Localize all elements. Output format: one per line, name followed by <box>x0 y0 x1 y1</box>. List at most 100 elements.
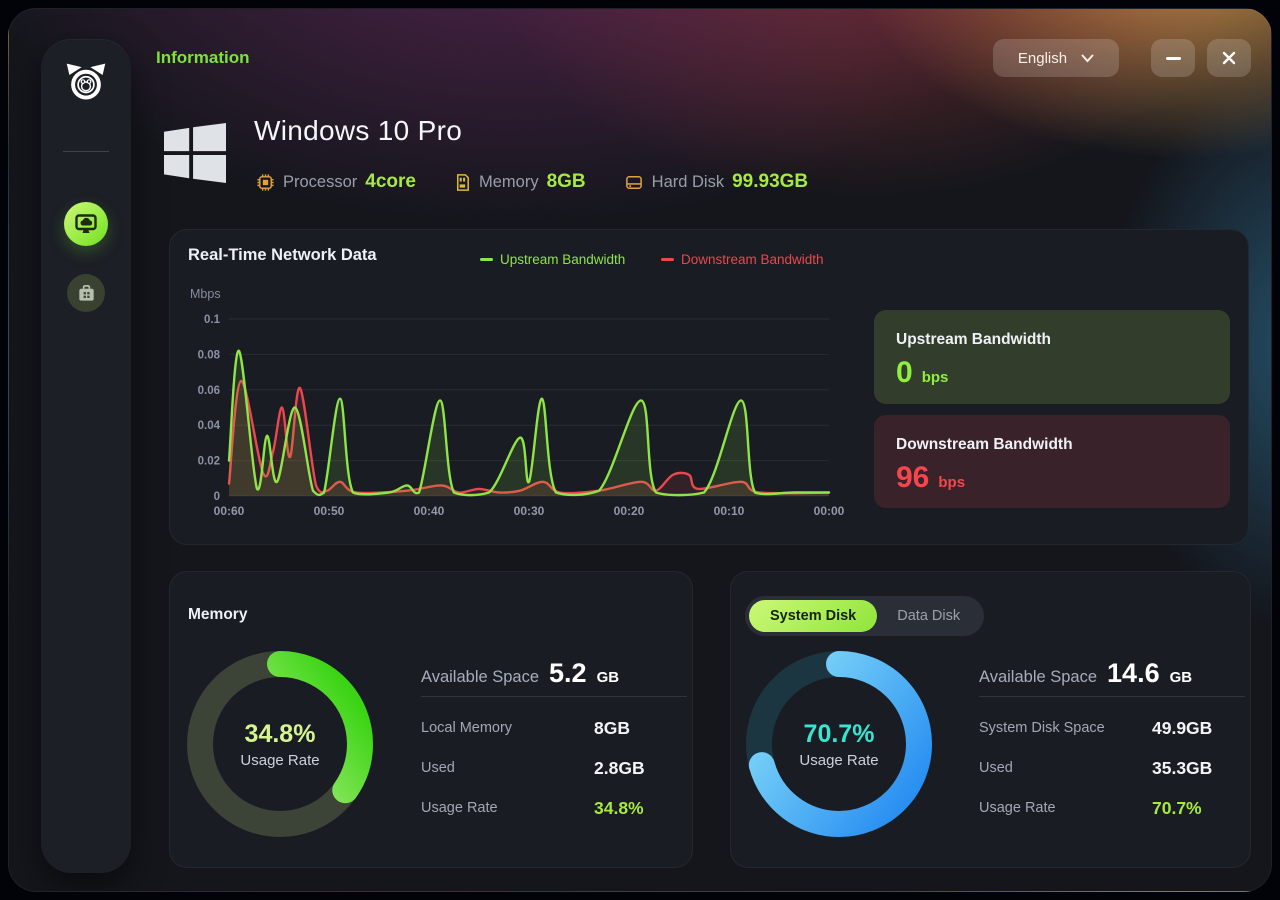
available-unit: GB <box>1170 669 1193 686</box>
spec-value: 8GB <box>547 171 586 193</box>
disk-available-space: Available Space 14.6 GB <box>979 658 1192 689</box>
memory-usage-caption: Usage Rate <box>240 752 319 769</box>
spec-label: Hard Disk <box>652 173 724 192</box>
stat-label: Used <box>421 760 455 776</box>
downstream-bandwidth-card: Downstream Bandwidth 96 bps <box>874 415 1230 508</box>
windows-logo-icon <box>164 117 226 189</box>
available-label: Available Space <box>979 668 1097 687</box>
spec-label: Processor <box>283 173 357 192</box>
legend-label: Downstream Bandwidth <box>681 252 824 267</box>
spec-label: Memory <box>479 173 539 192</box>
stat-label: Usage Rate <box>979 800 1056 816</box>
sidebar-item-toolbox[interactable] <box>67 274 105 312</box>
memory-usage-percent: 34.8% <box>245 720 316 749</box>
svg-text:00:00: 00:00 <box>814 504 845 518</box>
stat-row: Used 35.3GB <box>979 760 1249 780</box>
network-card: Real-Time Network Data Upstream Bandwidt… <box>169 229 1249 545</box>
svg-text:00:10: 00:10 <box>714 504 745 518</box>
close-icon <box>1222 51 1236 65</box>
spec-value: 4core <box>365 171 416 193</box>
available-value: 5.2 <box>549 658 587 689</box>
stat-value: 2.8GB <box>594 758 645 779</box>
downstream-unit: bps <box>938 474 965 491</box>
stat-row: System Disk Space 49.9GB <box>979 720 1249 740</box>
network-line-chart: 00.020.040.060.080.100:6000:5000:4000:30… <box>170 300 860 534</box>
system-specs: Processor 4core Memory 8GB Hard Disk <box>256 171 808 193</box>
downstream-value: 96 <box>896 461 929 495</box>
stat-row: Local Memory 8GB <box>421 720 691 740</box>
spec-memory: Memory 8GB <box>454 171 586 193</box>
network-title: Real-Time Network Data <box>188 246 377 265</box>
tab-system-disk[interactable]: System Disk <box>749 600 877 632</box>
stat-value: 49.9GB <box>1152 718 1212 739</box>
sidebar <box>41 39 131 873</box>
disk-usage-donut: 70.7% Usage Rate <box>739 644 939 844</box>
disk-usage-percent: 70.7% <box>804 720 875 749</box>
svg-text:0.08: 0.08 <box>198 349 221 361</box>
briefcase-icon <box>76 283 97 304</box>
sidebar-divider <box>63 151 109 152</box>
stat-value: 35.3GB <box>1152 758 1212 779</box>
available-label: Available Space <box>421 668 539 687</box>
upstream-unit: bps <box>922 369 949 386</box>
chevron-down-icon <box>1081 54 1094 63</box>
stat-label: Used <box>979 760 1013 776</box>
svg-text:00:40: 00:40 <box>414 504 445 518</box>
svg-text:00:50: 00:50 <box>314 504 345 518</box>
disk-tabs: System Disk Data Disk <box>745 596 984 636</box>
downstream-title: Downstream Bandwidth <box>896 436 1073 454</box>
os-name: Windows 10 Pro <box>254 115 462 147</box>
svg-text:0.02: 0.02 <box>198 456 220 468</box>
legend-swatch <box>661 258 674 261</box>
language-selector[interactable]: English <box>993 39 1119 77</box>
disk-card: System Disk Data Disk 70.7% Usage Rate <box>730 571 1251 868</box>
upstream-title: Upstream Bandwidth <box>896 331 1051 349</box>
stat-value: 70.7% <box>1152 798 1202 819</box>
memory-usage-donut: 34.8% Usage Rate <box>180 644 380 844</box>
pig-logo-icon <box>65 61 107 103</box>
spec-value: 99.93GB <box>732 171 808 193</box>
svg-text:00:30: 00:30 <box>514 504 545 518</box>
page-title: Information <box>156 48 250 68</box>
memory-chip-icon <box>454 173 471 192</box>
language-value: English <box>1018 50 1067 67</box>
stat-label: Local Memory <box>421 720 512 736</box>
stat-label: Usage Rate <box>421 800 498 816</box>
spec-processor: Processor 4core <box>256 171 416 193</box>
upstream-value: 0 <box>896 356 913 390</box>
svg-text:0.1: 0.1 <box>204 314 221 326</box>
stat-row: Usage Rate 34.8% <box>421 800 691 820</box>
stat-value: 8GB <box>594 718 630 739</box>
svg-text:0.06: 0.06 <box>198 385 220 397</box>
tab-data-disk[interactable]: Data Disk <box>877 608 980 624</box>
legend-upstream[interactable]: Upstream Bandwidth <box>480 252 625 267</box>
svg-text:0: 0 <box>214 491 220 503</box>
upstream-bandwidth-card: Upstream Bandwidth 0 bps <box>874 310 1230 404</box>
stat-row: Used 2.8GB <box>421 760 691 780</box>
monitor-cloud-icon <box>73 211 99 237</box>
divider <box>979 696 1245 697</box>
cpu-icon <box>256 173 275 192</box>
memory-card: Memory 34.8% Usage Rate Availa <box>169 571 693 868</box>
memory-title: Memory <box>188 606 247 624</box>
sidebar-item-monitor[interactable] <box>64 202 108 246</box>
upstream-value-row: 0 bps <box>896 356 948 390</box>
hard-disk-icon <box>624 173 644 192</box>
downstream-value-row: 96 bps <box>896 461 965 495</box>
svg-text:00:60: 00:60 <box>214 504 245 518</box>
stat-label: System Disk Space <box>979 720 1105 736</box>
app-window: Information English Windows 10 Pro <box>8 8 1272 892</box>
available-value: 14.6 <box>1107 658 1160 689</box>
divider <box>421 696 687 697</box>
minimize-icon <box>1166 57 1181 60</box>
stat-value: 34.8% <box>594 798 644 819</box>
svg-text:00:20: 00:20 <box>614 504 645 518</box>
memory-available-space: Available Space 5.2 GB <box>421 658 619 689</box>
disk-usage-caption: Usage Rate <box>799 752 878 769</box>
legend-downstream[interactable]: Downstream Bandwidth <box>661 252 824 267</box>
y-axis-unit: Mbps <box>190 287 221 301</box>
close-button[interactable] <box>1207 39 1251 77</box>
legend-swatch <box>480 258 493 261</box>
minimize-button[interactable] <box>1151 39 1195 77</box>
legend-label: Upstream Bandwidth <box>500 252 625 267</box>
